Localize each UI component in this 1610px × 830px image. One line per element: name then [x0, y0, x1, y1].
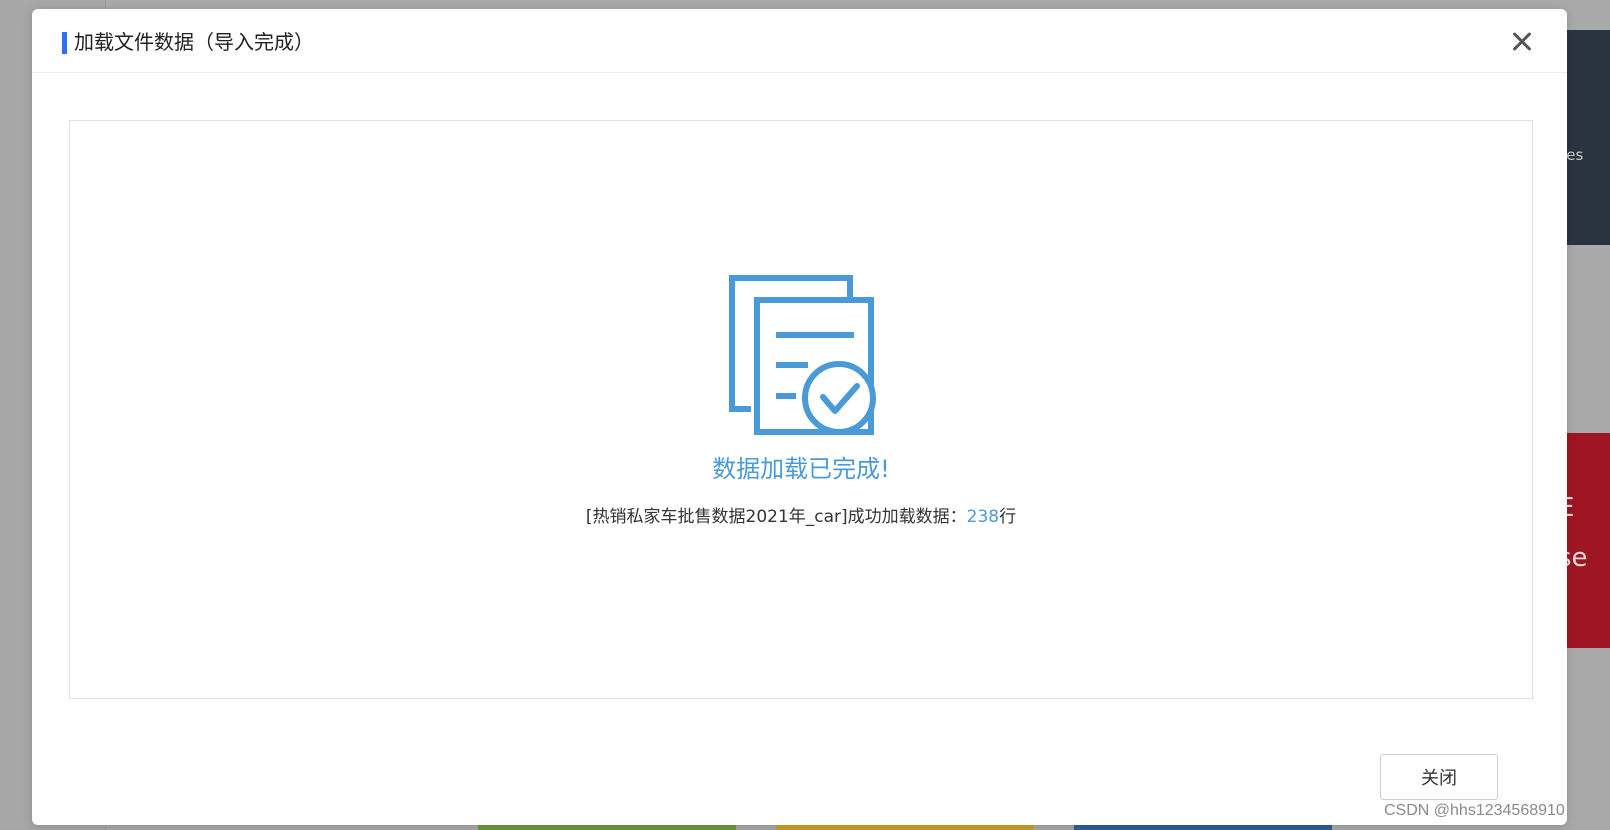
result-detail-prefix: [热销私家车批售数据2021年_car]成功加载数据： — [585, 507, 967, 527]
close-icon[interactable] — [1508, 28, 1536, 56]
dialog-title: 加载文件数据（导入完成） — [74, 30, 314, 54]
row-count: 238 — [966, 507, 1000, 527]
watermark: CSDN @hhs1234568910 — [1384, 802, 1565, 819]
title-accent-bar — [62, 32, 67, 54]
load-file-dialog: 加载文件数据（导入完成） 数据加载已完成! [热销私家车批售数据2021年_ca… — [32, 9, 1567, 825]
result-panel: 数据加载已完成! [热销私家车批售数据2021年_car]成功加载数据：238行 — [69, 120, 1533, 699]
result-detail-suffix: 行 — [999, 507, 1017, 527]
load-result-detail: [热销私家车批售数据2021年_car]成功加载数据：238行 — [70, 505, 1532, 529]
dialog-header: 加载文件数据（导入完成） — [32, 9, 1567, 73]
load-complete-headline: 数据加载已完成! — [712, 455, 890, 483]
close-button[interactable]: 关闭 — [1380, 754, 1498, 800]
background-red-banner: E se — [1558, 433, 1610, 648]
document-check-icon — [729, 275, 876, 435]
background-dark-banner: ces — [1558, 30, 1610, 245]
